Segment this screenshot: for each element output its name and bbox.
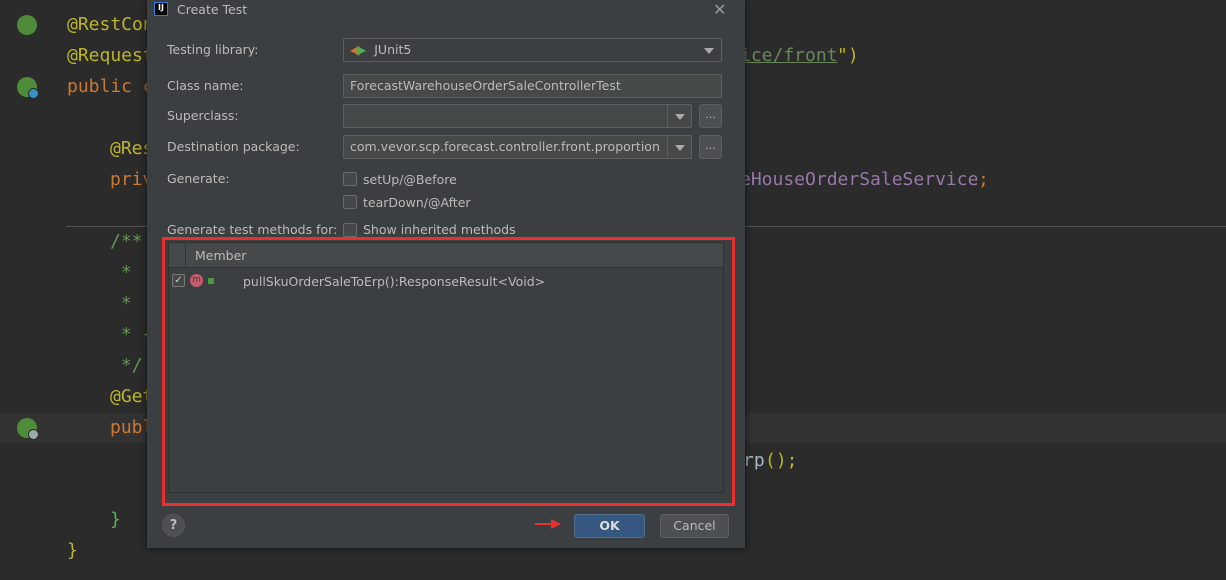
destination-package-label: Destination package: — [167, 139, 300, 154]
superclass-browse-button[interactable]: ... — [699, 104, 722, 128]
code-line: } — [110, 509, 121, 530]
cancel-button[interactable]: Cancel — [660, 514, 729, 538]
arrow-head-icon — [551, 519, 561, 529]
code-string: ice/front — [740, 45, 838, 66]
class-name-label: Class name: — [167, 78, 244, 93]
spring-bean-icon[interactable] — [17, 15, 37, 35]
setup-checkbox[interactable] — [343, 172, 357, 186]
teardown-checkbox[interactable] — [343, 195, 357, 209]
testing-library-label: Testing library: — [167, 42, 259, 57]
code-field: eHouseOrderSaleService — [740, 169, 979, 190]
spring-class-icon[interactable] — [17, 77, 39, 99]
code-call: rp — [743, 450, 765, 471]
destination-browse-button[interactable]: ... — [699, 135, 722, 159]
create-test-dialog: IJ Create Test ✕ Testing library: ◀▶ JUn… — [147, 0, 745, 548]
code-line: @RestCon — [67, 14, 154, 35]
superclass-input[interactable] — [343, 104, 692, 128]
intellij-logo-icon: IJ — [154, 2, 168, 16]
generate-label: Generate: — [167, 171, 230, 186]
destination-package-input[interactable]: com.vevor.scp.forecast.controller.front.… — [343, 135, 692, 159]
code-line: @Request — [67, 45, 154, 66]
close-icon[interactable]: ✕ — [713, 0, 726, 19]
code-call-end: (); — [765, 450, 798, 471]
code-line: * — [110, 262, 143, 283]
code-line: * — [110, 293, 132, 314]
code-semicolon: ; — [978, 169, 989, 190]
code-line: } — [67, 540, 78, 561]
destination-package-value: com.vevor.scp.forecast.controller.front.… — [350, 139, 660, 154]
methods-for-label: Generate test methods for: — [167, 222, 338, 237]
testing-library-value: JUnit5 — [374, 42, 412, 57]
chevron-down-icon — [697, 39, 721, 61]
superclass-label: Superclass: — [167, 108, 239, 123]
code-line: public c — [67, 76, 154, 97]
show-inherited-label: Show inherited methods — [363, 222, 516, 237]
code-line: /** — [110, 231, 143, 252]
code-line: */ — [110, 355, 143, 376]
code-string-end: ") — [837, 45, 859, 66]
ok-button[interactable]: OK — [574, 514, 645, 538]
setup-label: setUp/@Before — [363, 172, 457, 187]
help-button[interactable]: ? — [162, 514, 185, 537]
show-inherited-checkbox[interactable] — [343, 223, 357, 237]
web-endpoint-icon[interactable] — [17, 418, 39, 440]
highlight-box — [162, 237, 735, 506]
dialog-title: Create Test — [177, 2, 248, 17]
testing-library-select[interactable]: ◀▶ JUnit5 — [343, 38, 722, 62]
class-name-input[interactable]: ForecastWarehouseOrderSaleControllerTest — [343, 74, 722, 98]
chevron-down-icon[interactable] — [667, 105, 691, 127]
teardown-label: tearDown/@After — [363, 195, 471, 210]
chevron-down-icon[interactable] — [667, 136, 691, 158]
